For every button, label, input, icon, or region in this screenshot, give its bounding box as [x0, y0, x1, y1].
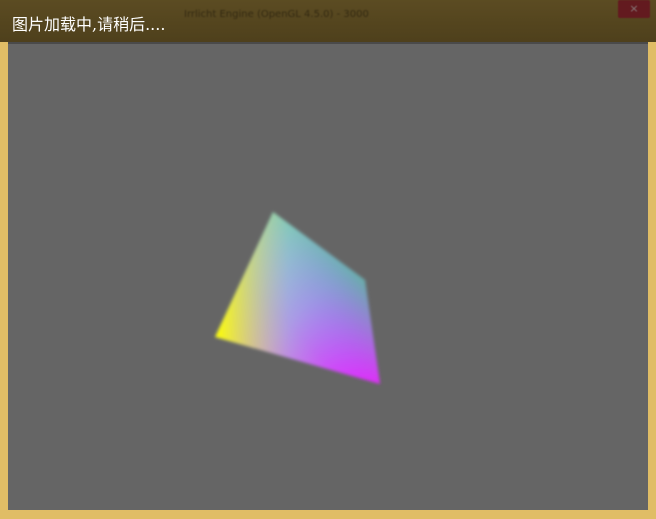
loading-text: 图片加载中,请稍后....	[12, 15, 166, 34]
scene-canvas	[215, 212, 380, 384]
loading-overlay: 图片加载中,请稍后....	[0, 0, 656, 42]
render-viewport[interactable]	[8, 42, 648, 510]
tetrahedron-mesh	[215, 212, 380, 384]
app-window: Irrlicht Engine (OpenGL 4.5.0) - 3000 × …	[0, 0, 656, 519]
